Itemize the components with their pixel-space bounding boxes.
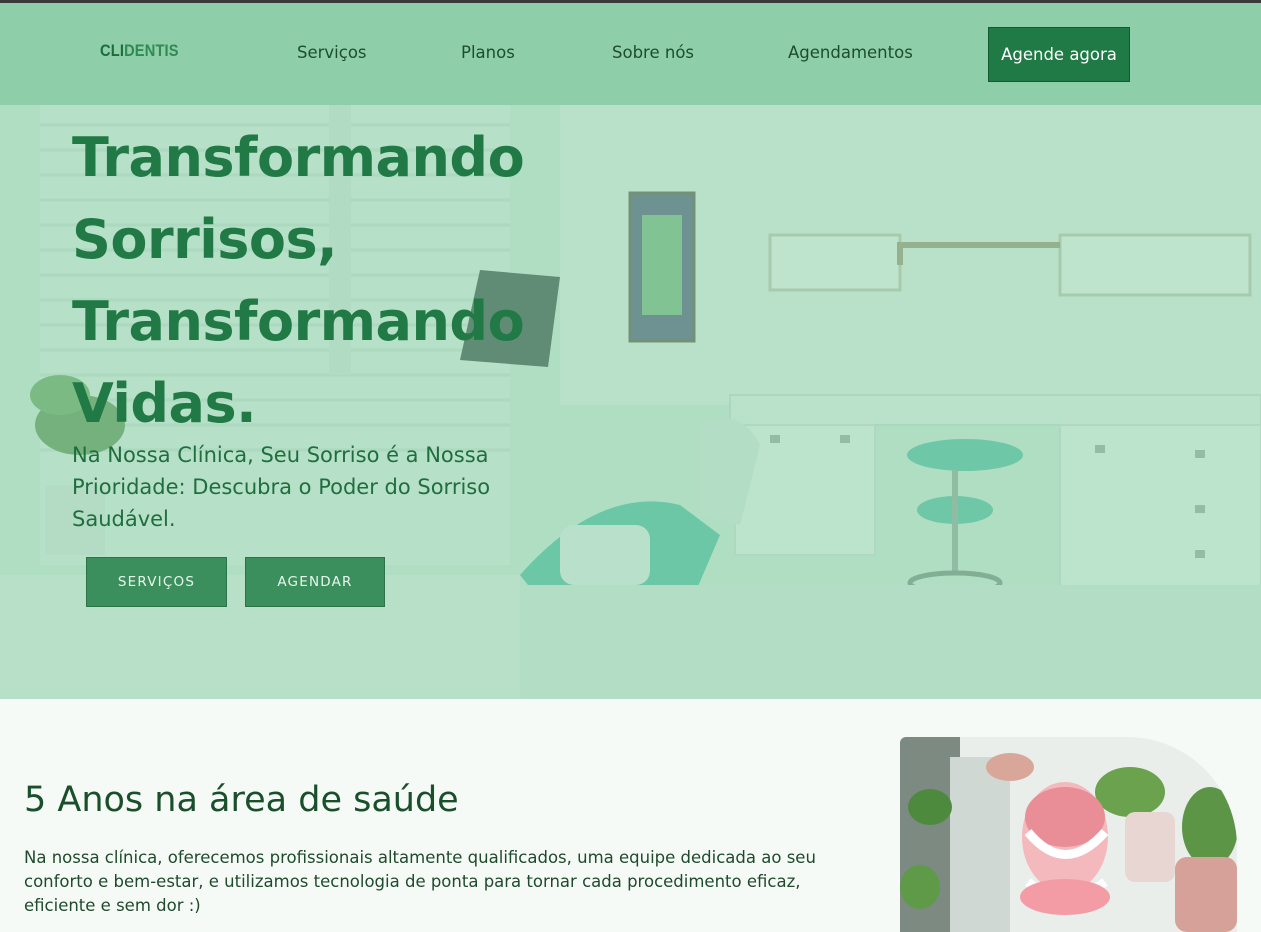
schedule-now-button[interactable]: Agende agora [988,27,1130,82]
services-button[interactable]: SERVIÇOS [86,557,227,607]
nav-link-sobre-nos[interactable]: Sobre nós [612,43,694,62]
hero-subtitle: Na Nossa Clínica, Seu Sorriso é a Nossa … [72,443,491,531]
dental-model-photo [900,737,1237,932]
logo-part-1: CLI [100,41,125,60]
nav-link-agendamentos[interactable]: Agendamentos [788,43,913,62]
logo[interactable]: CLIDENTIS [100,41,179,61]
nav-link-servicos[interactable]: Serviços [297,43,367,62]
navbar: CLIDENTIS Serviços Planos Sobre nós Agen… [0,3,1261,105]
schedule-button[interactable]: AGENDAR [245,557,385,607]
nav-link-planos[interactable]: Planos [461,43,515,62]
hero-title: Transformando Sorrisos, Transformando Vi… [72,126,525,435]
about-title: 5 Anos na área de saúde [24,780,459,820]
about-text: Na nossa clínica, oferecemos profissiona… [24,848,816,915]
hero-section: Transformando Sorrisos, Transformando Vi… [0,105,1261,699]
logo-part-2: DENTIS [124,41,179,60]
